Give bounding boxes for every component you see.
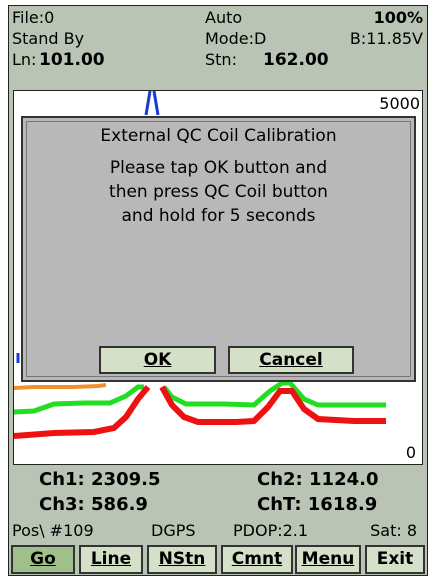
cht-readout: ChT: 1618.9: [257, 494, 378, 515]
exit-button[interactable]: Exit: [365, 545, 425, 574]
blue-trace: [144, 91, 160, 116]
pdop-indicator: PDOP:2.1: [233, 521, 309, 540]
satellite-count: Sat: 8: [370, 521, 417, 540]
qc-coil-calibration-dialog: External QC Coil Calibration Please tap …: [21, 116, 416, 382]
ch1-readout: Ch1: 2309.5: [39, 469, 161, 490]
line-label: Ln:: [12, 50, 37, 69]
ch3-readout: Ch3: 586.9: [39, 494, 148, 515]
scale-max-label: 5000: [379, 94, 420, 113]
header-row-2: Stand By Mode:D B:11.85V: [9, 28, 427, 50]
state-indicator: Stand By: [12, 29, 85, 48]
line-button[interactable]: Line: [79, 545, 143, 574]
header-row-1: File:0 Auto 100%: [9, 7, 427, 29]
station-value: 162.00: [263, 50, 329, 70]
red-trace: [14, 385, 386, 439]
dialog-message-line-1: Please tap OK button and: [109, 158, 328, 178]
dialog-message-line-3: and hold for 5 seconds: [121, 206, 316, 226]
dialog-title: External QC Coil Calibration: [100, 126, 337, 146]
ok-button[interactable]: OK: [99, 346, 216, 374]
dialog-message-line-2: then press QC Coil button: [109, 182, 328, 202]
comment-button[interactable]: Cmnt: [221, 545, 293, 574]
menu-button[interactable]: Menu: [295, 545, 361, 574]
auto-indicator: Auto: [205, 8, 243, 27]
line-value: 101.00: [39, 50, 105, 70]
mode-indicator: Mode:D: [205, 29, 267, 48]
orange-trace: [14, 383, 107, 390]
station-label: Stn:: [205, 50, 237, 69]
voltage-indicator: B:11.85V: [349, 29, 423, 48]
ch2-readout: Ch2: 1124.0: [257, 469, 379, 490]
go-button[interactable]: Go: [11, 545, 75, 574]
battery-percent: 100%: [373, 8, 423, 27]
file-indicator: File:0: [12, 8, 55, 27]
bottom-toolbar: Go Line NStn Cmnt Menu Exit: [11, 545, 425, 574]
header-row-3: Ln: 101.00 Stn: 162.00: [9, 49, 427, 71]
gps-mode-indicator: DGPS: [151, 521, 196, 540]
cancel-button[interactable]: Cancel: [228, 346, 354, 374]
device-screen: File:0 Auto 100% Stand By Mode:D B:11.85…: [8, 5, 428, 576]
next-station-button[interactable]: NStn: [147, 545, 217, 574]
scale-min-label: 0: [405, 443, 416, 462]
position-indicator: Pos\ #109: [12, 521, 94, 540]
